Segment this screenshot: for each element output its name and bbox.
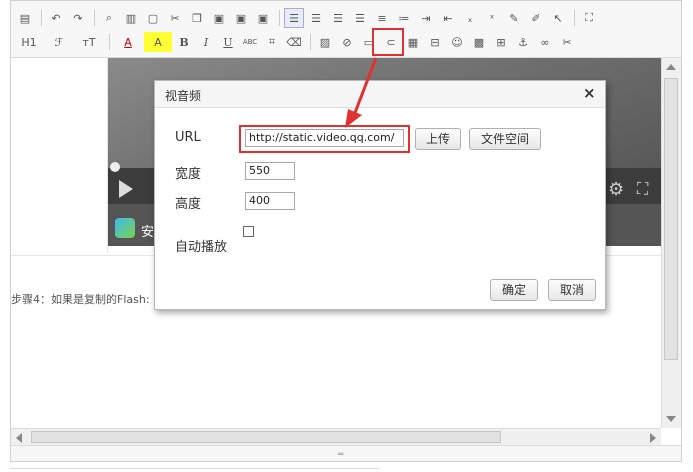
font-color-button[interactable]: A <box>114 32 142 52</box>
code-icon[interactable]: ▢ <box>143 8 163 28</box>
unlink-icon[interactable]: ∞ <box>535 32 555 52</box>
font-family-dropdown[interactable]: ℱ <box>45 32 73 52</box>
cancel-button[interactable]: 取消 <box>548 279 596 301</box>
horizontal-scrollbar[interactable] <box>11 428 661 445</box>
preview-icon[interactable]: ⌕ <box>99 8 119 28</box>
url-label: URL <box>175 130 201 145</box>
dialog-header[interactable]: 视音频 × <box>155 81 605 108</box>
horizontal-scroll-thumb[interactable] <box>31 431 501 443</box>
page-divider <box>10 468 380 469</box>
toolbar-separator <box>94 10 95 26</box>
scroll-right-icon[interactable] <box>650 433 656 443</box>
ok-button[interactable]: 确定 <box>490 279 538 301</box>
source-icon[interactable]: ▤ <box>15 8 35 28</box>
small-caps-button[interactable]: ABC <box>240 32 260 52</box>
url-input[interactable]: http://static.video.qq.com/ <box>245 129 404 147</box>
heading-dropdown[interactable]: H1 <box>15 32 43 52</box>
format-painter-icon[interactable]: ✎ <box>504 8 524 28</box>
toolbar-row-2: H1 ℱ тT A A B I U ABC ⌗ ⌫ ▨ ⊘ ▭ ⊂ ▦ ⊟ ☺ … <box>15 31 579 53</box>
editor-toolbar: ▤ ↶ ↷ ⌕ ▥ ▢ ✂ ❐ ▣ ▣ ▣ ☰ ☰ ☰ ☰ ≡ ≔ ⇥ ⇤ ₓ … <box>11 1 681 58</box>
select-icon[interactable]: ↖ <box>548 8 568 28</box>
scissors-icon[interactable]: ✂ <box>557 32 577 52</box>
ordered-list-icon[interactable]: ≡ <box>372 8 392 28</box>
play-icon[interactable] <box>119 180 133 198</box>
paste-word-icon[interactable]: ▣ <box>253 8 273 28</box>
width-input[interactable]: 550 <box>245 162 295 180</box>
align-left-icon[interactable]: ☰ <box>284 8 304 28</box>
emoticon-icon[interactable]: ☺ <box>447 32 467 52</box>
picture-icon[interactable]: ▩ <box>469 32 489 52</box>
underline-button[interactable]: U <box>218 32 238 52</box>
dialog-title: 视音频 <box>165 89 202 103</box>
video-tool-highlight <box>372 28 404 56</box>
subscript-icon[interactable]: ₓ <box>460 8 480 28</box>
gear-icon[interactable]: ⚙ <box>608 179 624 200</box>
scroll-down-icon[interactable] <box>666 416 676 422</box>
toolbar-row-1: ▤ ↶ ↷ ⌕ ▥ ▢ ✂ ❐ ▣ ▣ ▣ ☰ ☰ ☰ ☰ ≡ ≔ ⇥ ⇤ ₓ … <box>15 7 601 29</box>
autoplay-label: 自动播放 <box>175 240 228 255</box>
fullscreen-icon[interactable]: ⛶ <box>579 8 599 28</box>
resize-grip-icon[interactable]: ═ <box>338 450 343 460</box>
content-left-pane <box>11 58 108 253</box>
video-progress-handle[interactable] <box>110 162 120 172</box>
indent-icon[interactable]: ⇥ <box>416 8 436 28</box>
superscript-icon[interactable]: ˣ <box>482 8 502 28</box>
autoplay-checkbox[interactable] <box>243 226 254 237</box>
video-logo-text: 安 <box>141 225 155 240</box>
page-break-icon[interactable]: ⊞ <box>491 32 511 52</box>
undo-icon[interactable]: ↶ <box>46 8 66 28</box>
redo-icon[interactable]: ↷ <box>68 8 88 28</box>
editor-resize-bar[interactable]: ═ <box>11 445 681 461</box>
table-grid-icon[interactable]: ⌗ <box>262 32 282 52</box>
toolbar-separator <box>109 34 110 50</box>
insert-row-icon[interactable]: ⊟ <box>425 32 445 52</box>
toolbar-separator <box>41 10 42 26</box>
height-label: 高度 <box>175 197 202 212</box>
insert-table-icon[interactable]: ▦ <box>403 32 423 52</box>
scroll-up-icon[interactable] <box>666 64 676 70</box>
align-right-icon[interactable]: ☰ <box>328 8 348 28</box>
insert-image-icon[interactable]: ▨ <box>315 32 335 52</box>
font-size-dropdown[interactable]: тT <box>75 32 103 52</box>
outdent-icon[interactable]: ⇤ <box>438 8 458 28</box>
height-input[interactable]: 400 <box>245 192 295 210</box>
video-dialog: 视音频 × URL http://static.video.qq.com/ 上传… <box>154 80 606 310</box>
bg-color-button[interactable]: A <box>144 32 172 52</box>
copy-icon[interactable]: ❐ <box>187 8 207 28</box>
video-logo-icon <box>115 218 135 238</box>
toolbar-separator <box>310 34 311 50</box>
file-space-button[interactable]: 文件空间 <box>469 128 541 150</box>
width-label: 宽度 <box>175 167 202 182</box>
eraser-icon[interactable]: ⌫ <box>284 32 304 52</box>
toolbar-separator <box>574 10 575 26</box>
align-center-icon[interactable]: ☰ <box>306 8 326 28</box>
unordered-list-icon[interactable]: ≔ <box>394 8 414 28</box>
link-icon[interactable]: ⊘ <box>337 32 357 52</box>
align-justify-icon[interactable]: ☰ <box>350 8 370 28</box>
fullscreen-video-icon[interactable]: ⛶ <box>637 179 648 199</box>
upload-button[interactable]: 上传 <box>415 128 461 150</box>
italic-button[interactable]: I <box>196 32 216 52</box>
clear-format-icon[interactable]: ✐ <box>526 8 546 28</box>
template-icon[interactable]: ▥ <box>121 8 141 28</box>
bold-button[interactable]: B <box>174 32 194 52</box>
step-text: 步骤4：如果是复制的Flash: <box>11 293 150 306</box>
vertical-scroll-thumb[interactable] <box>664 78 678 360</box>
paste-icon[interactable]: ▣ <box>209 8 229 28</box>
close-icon[interactable]: × <box>583 84 596 102</box>
cut-icon[interactable]: ✂ <box>165 8 185 28</box>
anchor-icon[interactable]: ⚓ <box>513 32 533 52</box>
toolbar-separator <box>279 10 280 26</box>
paste-text-icon[interactable]: ▣ <box>231 8 251 28</box>
scroll-left-icon[interactable] <box>16 433 22 443</box>
vertical-scrollbar[interactable] <box>661 58 681 428</box>
